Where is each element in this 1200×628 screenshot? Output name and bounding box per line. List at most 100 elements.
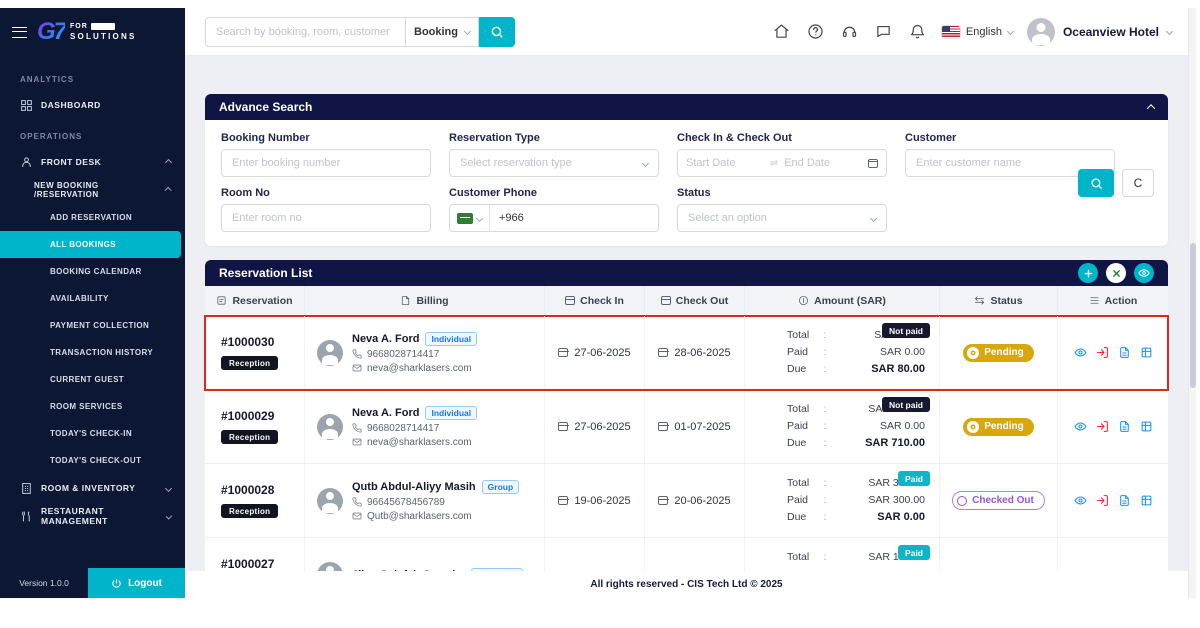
reservation-type-select[interactable]: Select reservation type bbox=[449, 149, 659, 177]
sidebar-item-new-booking[interactable]: NEW BOOKING /RESERVATION bbox=[0, 176, 185, 204]
guest-phone: 9668028714417 bbox=[352, 423, 477, 434]
payment-status-badge: Paid bbox=[898, 545, 930, 560]
reservation-table: Reservation Billing Check In Check Out A… bbox=[205, 286, 1168, 598]
checkout-action-icon[interactable] bbox=[1096, 420, 1109, 433]
table-row[interactable]: #1000028 Reception Qutb Abdul-Aliyy Masi… bbox=[205, 464, 1168, 538]
booking-id: #1000029 bbox=[221, 409, 274, 423]
sidebar-item-current-guest[interactable]: CURRENT GUEST bbox=[0, 366, 185, 393]
status-select[interactable]: Select an option bbox=[677, 204, 887, 232]
bell-icon[interactable] bbox=[909, 23, 926, 40]
sidebar-item-dashboard[interactable]: DASHBOARD bbox=[0, 91, 185, 119]
sidebar-item-availability[interactable]: AVAILABILITY bbox=[0, 285, 185, 312]
guest-avatar-icon bbox=[317, 414, 343, 440]
guest-phone: 96645678456789 bbox=[352, 497, 519, 508]
check-in-cell: 19-06-2025 bbox=[545, 464, 645, 537]
table-row[interactable]: #1000029 Reception Neva A. Ford Individu… bbox=[205, 390, 1168, 464]
advance-search-button[interactable] bbox=[1078, 169, 1114, 197]
col-status: Status bbox=[940, 286, 1058, 315]
chevron-down-icon bbox=[1007, 28, 1014, 35]
sidebar-item-all-bookings[interactable]: ALL BOOKINGS bbox=[0, 231, 181, 258]
search-input[interactable] bbox=[205, 17, 405, 47]
search-scope-select[interactable]: Booking bbox=[405, 17, 479, 47]
sidebar-item-todays-check-out[interactable]: TODAY'S CHECK-OUT bbox=[0, 447, 185, 474]
sidebar-item-todays-check-in[interactable]: TODAY'S CHECK-IN bbox=[0, 420, 185, 447]
view-action-icon[interactable] bbox=[1074, 346, 1087, 359]
plus-icon bbox=[1083, 268, 1094, 279]
invoice-action-icon[interactable] bbox=[1118, 494, 1131, 507]
vertical-scrollbar[interactable] bbox=[1188, 8, 1196, 598]
sidebar-item-booking-calendar[interactable]: BOOKING CALENDAR bbox=[0, 258, 185, 285]
global-search: Booking bbox=[205, 17, 515, 47]
sidebar-item-label: FRONT DESK bbox=[41, 157, 101, 167]
sidebar-item-restaurant[interactable]: RESTAURANT MANAGEMENT bbox=[0, 502, 185, 530]
logo-text-top: FOR bbox=[70, 23, 88, 30]
payment-status-badge: Not paid bbox=[882, 323, 930, 338]
phone-input[interactable] bbox=[490, 212, 658, 224]
envelope-icon bbox=[352, 511, 362, 521]
footer: All rights reserved - CIS Tech Ltd © 202… bbox=[185, 571, 1188, 598]
dashboard-icon bbox=[20, 99, 33, 112]
check-in-out-field: Check In & Check Out Start Date ⇌ End Da… bbox=[677, 132, 887, 177]
account-menu[interactable]: Oceanview Hotel bbox=[1027, 18, 1172, 46]
home-icon[interactable] bbox=[773, 23, 790, 40]
us-flag-icon bbox=[942, 26, 960, 38]
action-cell bbox=[1058, 390, 1168, 463]
advance-search-header: Advance Search bbox=[205, 94, 1168, 120]
checkout-action-icon[interactable] bbox=[1096, 494, 1109, 507]
scrollbar-thumb[interactable] bbox=[1190, 243, 1196, 388]
sidebar-item-payment-collection[interactable]: PAYMENT COLLECTION bbox=[0, 312, 185, 339]
topbar: Booking English Oceanview Hotel bbox=[185, 8, 1188, 56]
checkout-action-icon[interactable] bbox=[1096, 346, 1109, 359]
reservation-cell: #1000029 Reception bbox=[205, 390, 305, 463]
table-row[interactable]: #1000030 Reception Neva A. Ford Individu… bbox=[205, 316, 1168, 390]
sidebar-item-front-desk[interactable]: FRONT DESK bbox=[0, 148, 185, 176]
reservation-cell: #1000028 Reception bbox=[205, 464, 305, 537]
guest-email: Qutb@sharklasers.com bbox=[352, 511, 519, 522]
section-analytics: ANALYTICS bbox=[0, 62, 185, 91]
folio-action-icon[interactable] bbox=[1140, 420, 1153, 433]
chat-icon[interactable] bbox=[875, 23, 892, 40]
col-check-out: Check Out bbox=[645, 286, 745, 315]
restaurant-icon bbox=[20, 510, 33, 523]
status-badge: Checked Out bbox=[952, 491, 1045, 510]
booking-number-input[interactable] bbox=[221, 149, 431, 177]
col-action: Action bbox=[1058, 286, 1168, 315]
menu-collapse-icon[interactable] bbox=[12, 27, 27, 38]
sidebar-item-room-inventory[interactable]: ROOM & INVENTORY bbox=[0, 474, 185, 502]
main-content: Advance Search Booking Number Reservatio… bbox=[185, 56, 1188, 598]
booking-id: #1000030 bbox=[221, 335, 274, 349]
collapse-icon[interactable] bbox=[1147, 104, 1155, 112]
logout-button[interactable]: Logout bbox=[88, 568, 185, 598]
invoice-action-icon[interactable] bbox=[1118, 420, 1131, 433]
calendar-icon bbox=[658, 422, 668, 431]
date-range-picker[interactable]: Start Date ⇌ End Date bbox=[677, 149, 887, 177]
phone-country-select[interactable] bbox=[450, 205, 490, 231]
section-operations: OPERATIONS bbox=[0, 119, 185, 148]
folio-action-icon[interactable] bbox=[1140, 346, 1153, 359]
help-icon[interactable] bbox=[807, 23, 824, 40]
room-no-input[interactable] bbox=[221, 204, 431, 232]
search-button[interactable] bbox=[479, 17, 515, 47]
sidebar-item-label: DASHBOARD bbox=[41, 100, 101, 110]
sidebar-item-room-services[interactable]: ROOM SERVICES bbox=[0, 393, 185, 420]
advance-search-body: Booking Number Reservation Type Select r… bbox=[205, 120, 1168, 246]
copyright-text: All rights reserved - CIS Tech Ltd © 202… bbox=[590, 579, 782, 590]
chevron-down-icon bbox=[166, 513, 173, 520]
sidebar-item-add-reservation[interactable]: ADD RESERVATION bbox=[0, 204, 185, 231]
sidebar-footer: Version 1.0.0 Logout bbox=[0, 568, 185, 598]
document-icon bbox=[400, 295, 411, 306]
export-excel-button[interactable] bbox=[1106, 263, 1126, 283]
view-action-icon[interactable] bbox=[1074, 494, 1087, 507]
language-select[interactable]: English bbox=[942, 26, 1013, 38]
support-headset-icon[interactable] bbox=[841, 23, 858, 40]
add-reservation-button[interactable] bbox=[1078, 263, 1098, 283]
sidebar-item-transaction-history[interactable]: TRANSACTION HISTORY bbox=[0, 339, 185, 366]
list-icon bbox=[216, 295, 227, 306]
folio-action-icon[interactable] bbox=[1140, 494, 1153, 507]
view-action-icon[interactable] bbox=[1074, 420, 1087, 433]
invoice-action-icon[interactable] bbox=[1118, 346, 1131, 359]
status-icon bbox=[957, 496, 967, 506]
clear-button[interactable]: C bbox=[1122, 169, 1154, 197]
status-badge: Pending bbox=[963, 344, 1033, 362]
view-columns-button[interactable] bbox=[1134, 263, 1154, 283]
